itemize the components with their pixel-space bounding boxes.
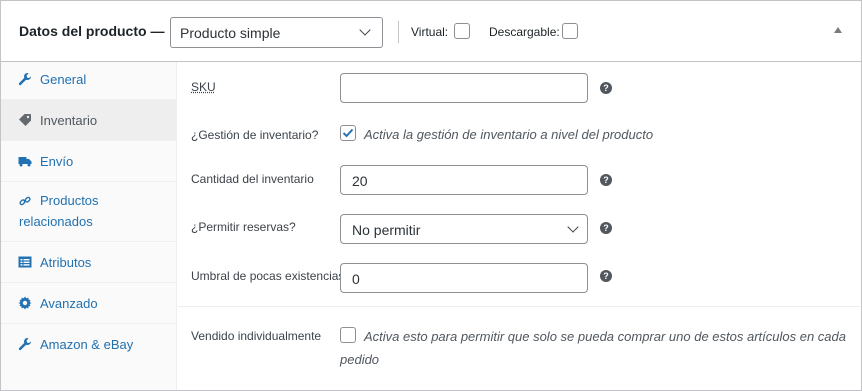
tab-shipping[interactable]: Envío — [1, 141, 177, 182]
section-divider — [178, 306, 861, 307]
help-icon[interactable]: ? — [600, 82, 612, 94]
tab-linked-products[interactable]: Productos relacionados — [1, 182, 177, 242]
checkmark-icon — [342, 128, 354, 138]
stock-quantity-label: Cantidad del inventario — [191, 172, 314, 186]
panel-header: Datos del producto — Producto simple Vir… — [1, 1, 861, 62]
sold-individually-checkbox[interactable] — [340, 327, 356, 343]
link-icon — [19, 196, 31, 206]
tab-attributes-label: Atributos — [40, 255, 92, 270]
product-data-tabs: General Inventario Envío Productos relac… — [1, 62, 177, 390]
backorders-value: No permitir — [352, 222, 421, 238]
backorders-label: ¿Permitir reservas? — [191, 220, 296, 234]
sold-individually-description-line2: pedido — [340, 352, 380, 367]
sold-individually-label: Vendido individualmente — [191, 329, 322, 343]
tab-inventory[interactable]: Inventario — [1, 100, 177, 141]
truck-icon — [18, 157, 32, 167]
low-stock-threshold-input[interactable]: 0 — [340, 263, 588, 293]
stock-quantity-value: 20 — [352, 173, 368, 189]
downloadable-checkbox[interactable] — [562, 23, 578, 39]
header-divider — [398, 21, 399, 43]
help-icon[interactable]: ? — [600, 270, 612, 282]
chevron-down-icon — [567, 221, 579, 233]
virtual-checkbox[interactable] — [454, 23, 470, 39]
product-type-value: Producto simple — [180, 25, 281, 41]
downloadable-label: Descargable: — [489, 25, 560, 39]
tag-icon — [19, 114, 31, 126]
gear-icon — [18, 296, 32, 310]
sold-individually-description-line1: Activa esto para permitir que solo se pu… — [364, 329, 846, 344]
manage-stock-label: ¿Gestión de inventario? — [191, 128, 319, 142]
manage-stock-description: Activa la gestión de inventario a nivel … — [364, 127, 654, 142]
tab-linked-label-line1: Productos — [40, 193, 99, 208]
wrench-icon — [18, 73, 31, 86]
sku-input[interactable] — [340, 73, 588, 103]
virtual-label: Virtual: — [411, 25, 449, 39]
wrench-icon — [18, 338, 31, 351]
tab-amazon-ebay[interactable]: Amazon & eBay — [1, 324, 177, 365]
stock-quantity-input[interactable]: 20 — [340, 165, 588, 195]
collapse-toggle-icon[interactable] — [834, 27, 842, 33]
list-icon — [18, 256, 32, 268]
tab-general-label: General — [40, 72, 87, 87]
tab-attributes[interactable]: Atributos — [1, 242, 177, 283]
chevron-down-icon — [359, 24, 371, 36]
tab-amazon-ebay-label: Amazon & eBay — [40, 337, 134, 352]
sku-label: SKU — [191, 80, 216, 94]
panel-title: Datos del producto — — [19, 23, 165, 39]
tab-advanced-label: Avanzado — [40, 296, 98, 311]
help-icon[interactable]: ? — [600, 222, 612, 234]
backorders-select[interactable]: No permitir — [340, 214, 588, 244]
tab-linked-label-line2: relacionados — [19, 214, 93, 229]
product-data-panel: Datos del producto — Producto simple Vir… — [0, 0, 862, 391]
manage-stock-checkbox[interactable] — [340, 125, 356, 141]
tab-advanced[interactable]: Avanzado — [1, 283, 177, 324]
low-stock-threshold-value: 0 — [352, 271, 360, 287]
product-type-select[interactable]: Producto simple — [170, 17, 383, 48]
tab-shipping-label: Envío — [40, 154, 74, 169]
help-icon[interactable]: ? — [600, 174, 612, 186]
low-stock-threshold-label: Umbral de pocas existencias — [191, 269, 345, 283]
tab-inventory-label: Inventario — [40, 113, 98, 128]
tab-general[interactable]: General — [1, 62, 177, 100]
